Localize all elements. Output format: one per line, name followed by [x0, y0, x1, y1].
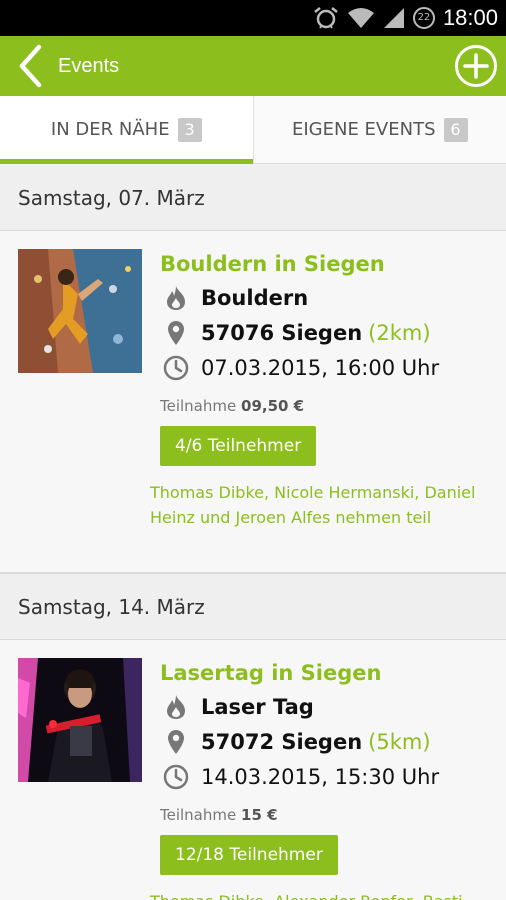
flame-icon	[162, 693, 190, 721]
event-card[interactable]: Bouldern in Siegen Bouldern 57076 Siegen…	[0, 231, 506, 574]
event-category: Bouldern	[162, 281, 308, 315]
flame-icon	[162, 284, 190, 312]
fee-value: 15 €	[241, 806, 278, 824]
location-label: 57072 Siegen	[201, 730, 363, 754]
participants-button[interactable]: 4/6 Teilnehmer	[160, 426, 317, 466]
tab-label: IN DER NÄHE	[50, 119, 170, 140]
location-pin-icon	[162, 728, 190, 756]
event-location: 57072 Siegen (5km)	[162, 725, 431, 759]
wifi-icon	[347, 7, 375, 29]
event-datetime: 07.03.2015, 16:00 Uhr	[162, 351, 439, 385]
fee-value: 09,50 €	[241, 397, 305, 415]
add-event-button[interactable]	[454, 44, 498, 88]
attendee-list[interactable]: Thomas Dibke, Nicole Hermanski, Daniel H…	[150, 480, 490, 530]
clock-icon	[162, 763, 190, 791]
notification-count: 22	[417, 12, 431, 23]
event-thumbnail	[18, 658, 142, 782]
page-title: Events	[58, 55, 120, 77]
tab-nearby[interactable]: IN DER NÄHE 3	[0, 96, 253, 164]
back-button[interactable]	[10, 42, 50, 90]
participation-fee: Teilnahme 09,50 €	[160, 397, 304, 415]
event-card[interactable]: Lasertag in Siegen Laser Tag 57072 Siege…	[0, 640, 506, 900]
notification-count-icon: 22	[412, 7, 435, 29]
event-title[interactable]: Bouldern in Siegen	[160, 252, 385, 276]
event-thumbnail	[18, 249, 142, 373]
clock-time: 18:00	[442, 5, 498, 30]
datetime-label: 14.03.2015, 15:30 Uhr	[201, 765, 440, 789]
event-location: 57076 Siegen (2km)	[162, 316, 431, 350]
add-circle-icon	[455, 45, 497, 87]
count-badge: 3	[177, 117, 202, 142]
app-bar: Events	[0, 36, 506, 96]
date-header: Samstag, 07. März	[0, 165, 506, 231]
tab-label: EIGENE EVENTS	[291, 119, 436, 140]
fee-label: Teilnahme	[160, 806, 237, 824]
event-title[interactable]: Lasertag in Siegen	[160, 661, 381, 685]
participation-fee: Teilnahme 15 €	[160, 806, 278, 824]
participants-button[interactable]: 12/18 Teilnehmer	[160, 835, 338, 875]
fee-label: Teilnahme	[160, 397, 237, 415]
attendee-list[interactable]: Thomas Dibke, Alexander Ronfer, Basti	[150, 889, 490, 900]
category-label: Bouldern	[201, 286, 309, 310]
location-label: 57076 Siegen	[201, 321, 363, 345]
status-bar: 22 18:00	[0, 0, 506, 36]
event-category: Laser Tag	[162, 690, 314, 724]
count-badge: 6	[443, 117, 468, 142]
event-datetime: 14.03.2015, 15:30 Uhr	[162, 760, 439, 794]
tab-own-events[interactable]: EIGENE EVENTS 6	[252, 96, 506, 163]
tab-bar: IN DER NÄHE 3 EIGENE EVENTS 6	[0, 96, 506, 164]
signal-icon	[383, 7, 405, 29]
alarm-icon	[313, 6, 339, 30]
back-arrow-icon	[19, 44, 42, 88]
clock-icon	[162, 354, 190, 382]
datetime-label: 07.03.2015, 16:00 Uhr	[201, 356, 440, 380]
category-label: Laser Tag	[201, 695, 314, 719]
date-header: Samstag, 14. März	[0, 574, 506, 640]
distance-label: (5km)	[368, 730, 431, 754]
location-pin-icon	[162, 319, 190, 347]
distance-label: (2km)	[368, 321, 431, 345]
